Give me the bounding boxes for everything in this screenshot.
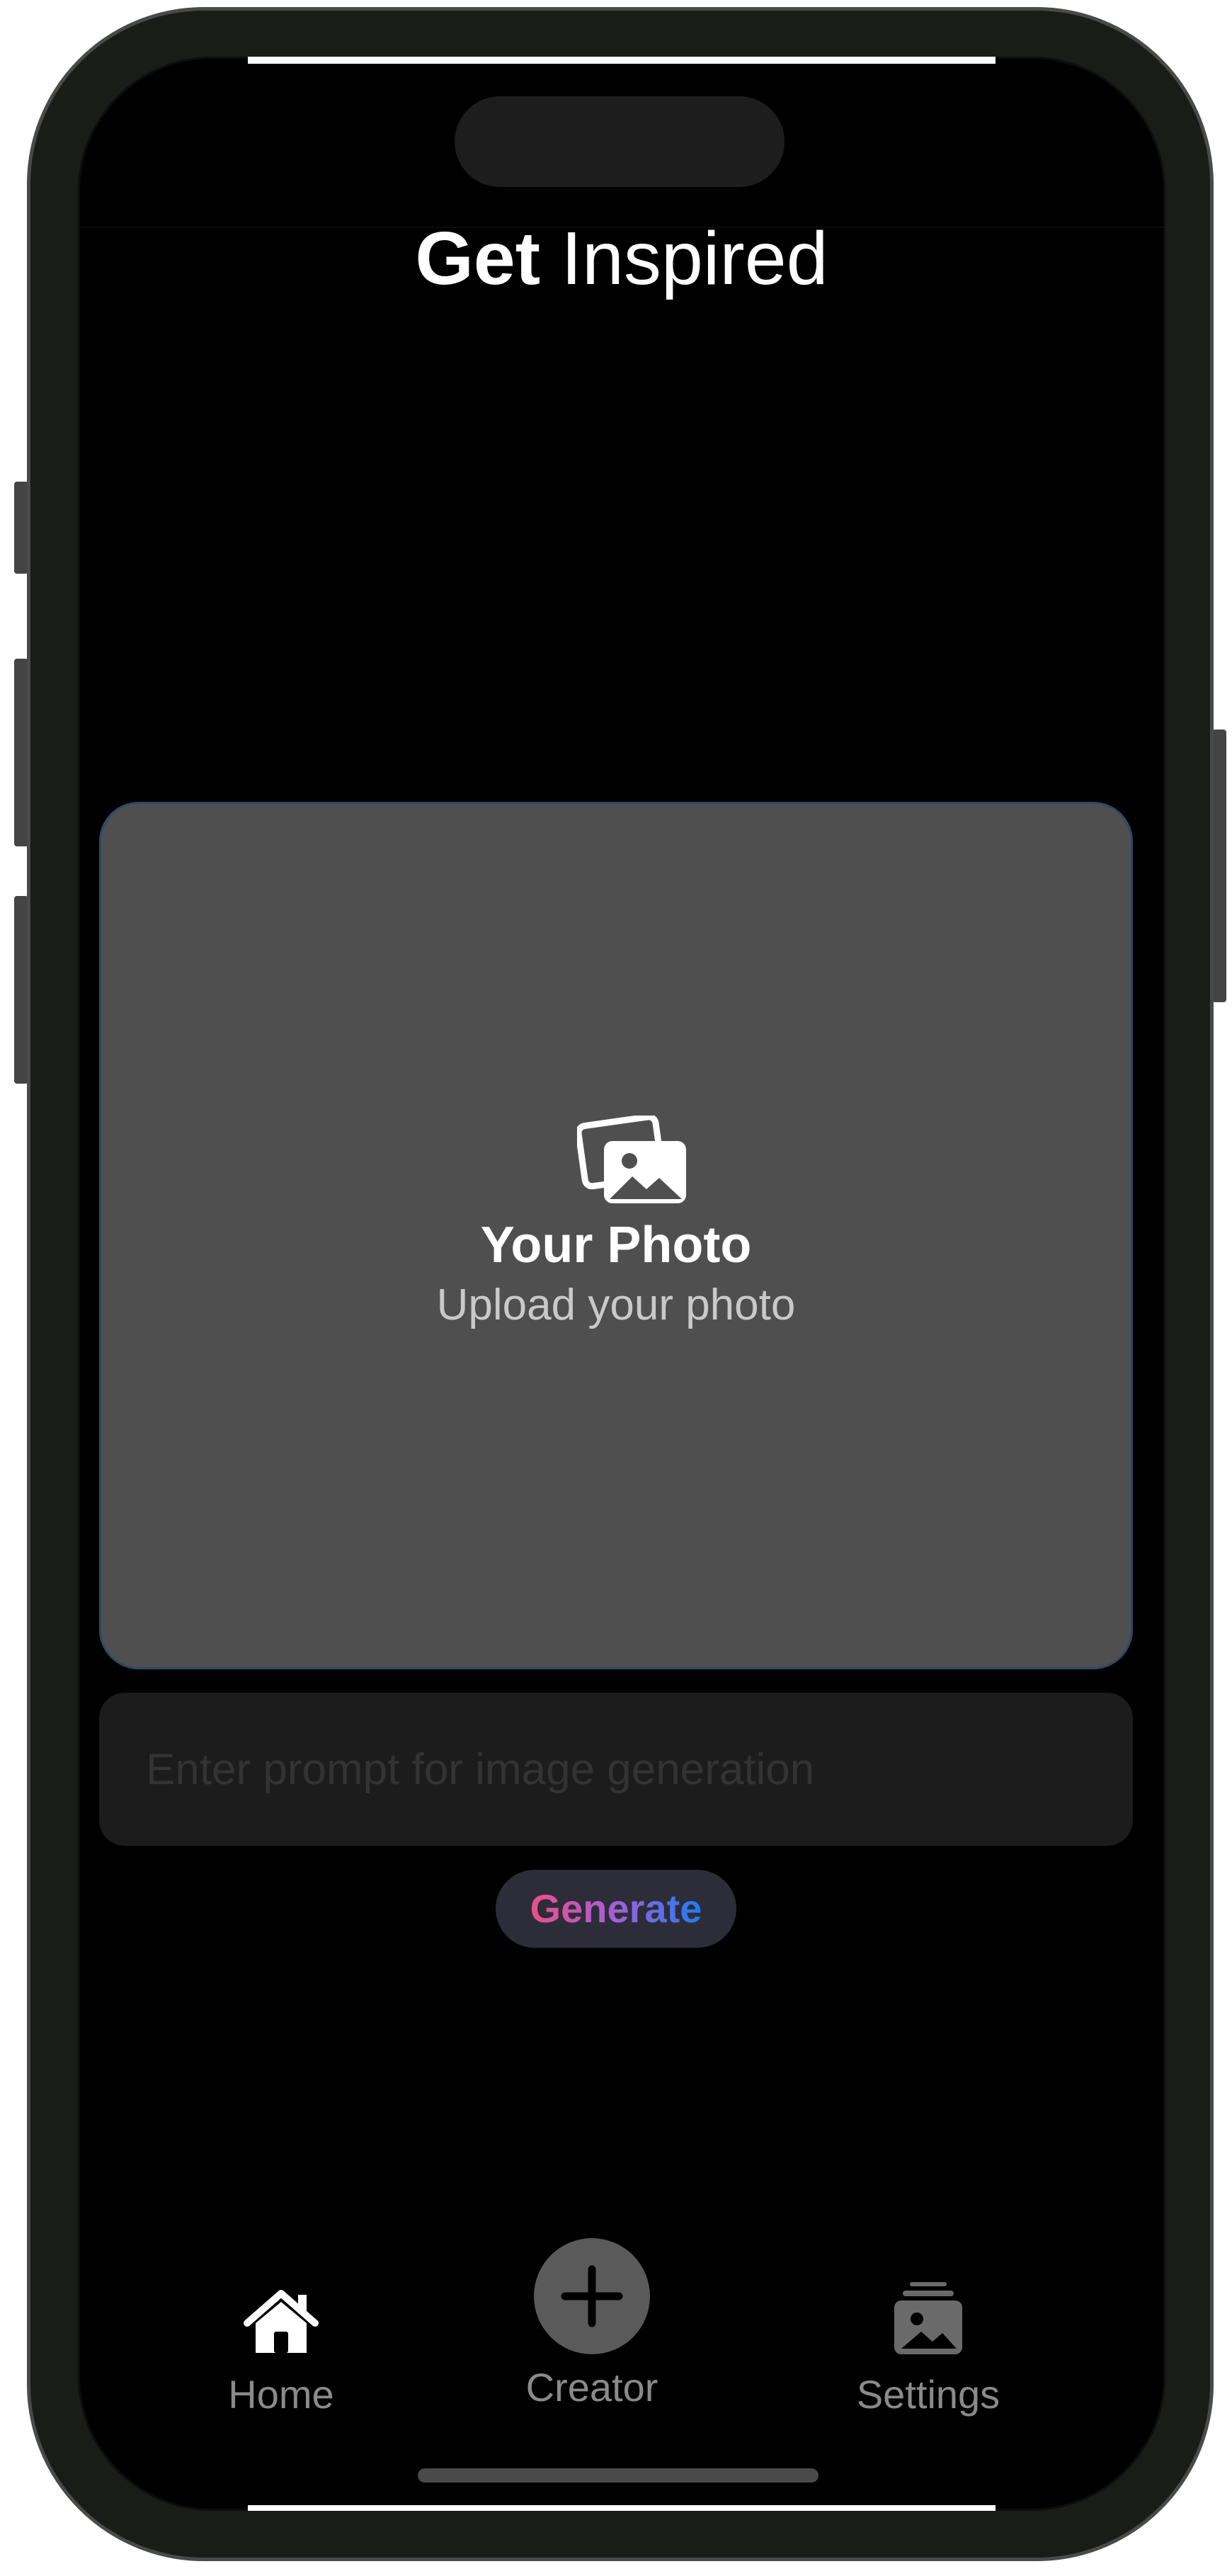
page-title-bold: Get <box>415 217 541 300</box>
plus-icon <box>561 2265 623 2327</box>
tab-bar: Home Creator Settings <box>78 2238 1165 2493</box>
action-button <box>14 482 28 574</box>
power-button <box>1212 730 1226 1002</box>
generate-button-label: Generate <box>530 1886 702 1931</box>
tab-home-label: Home <box>228 2372 334 2417</box>
upload-card-subtitle: Upload your photo <box>436 1281 796 1329</box>
upload-card-title: Your Photo <box>480 1217 752 1273</box>
home-indicator <box>418 2468 819 2483</box>
photo-stack-icon <box>577 1116 686 1203</box>
device-mockup: Get Inspired Your Photo Upload your phot… <box>0 0 1232 2576</box>
app-screen: Get Inspired Your Photo Upload your phot… <box>78 57 1165 2511</box>
creator-button[interactable] <box>534 2238 650 2354</box>
tab-creator-label: Creator <box>525 2365 658 2410</box>
tab-settings-label: Settings <box>856 2372 1000 2417</box>
generate-button[interactable]: Generate <box>496 1870 736 1948</box>
tab-home[interactable]: Home <box>175 2288 387 2419</box>
house-icon <box>244 2290 319 2353</box>
photo-stack-icon <box>894 2282 962 2354</box>
upload-photo-card[interactable]: Your Photo Upload your photo <box>99 802 1133 1669</box>
dynamic-island <box>455 96 785 187</box>
volume-up-button <box>14 659 28 846</box>
tab-settings[interactable]: Settings <box>822 2281 1034 2419</box>
prompt-input[interactable] <box>99 1693 1133 1846</box>
volume-down-button <box>14 896 28 1084</box>
page-title: Get Inspired <box>78 209 1165 308</box>
page-title-light: Inspired <box>561 217 828 300</box>
tab-creator[interactable]: Creator <box>486 2238 698 2412</box>
